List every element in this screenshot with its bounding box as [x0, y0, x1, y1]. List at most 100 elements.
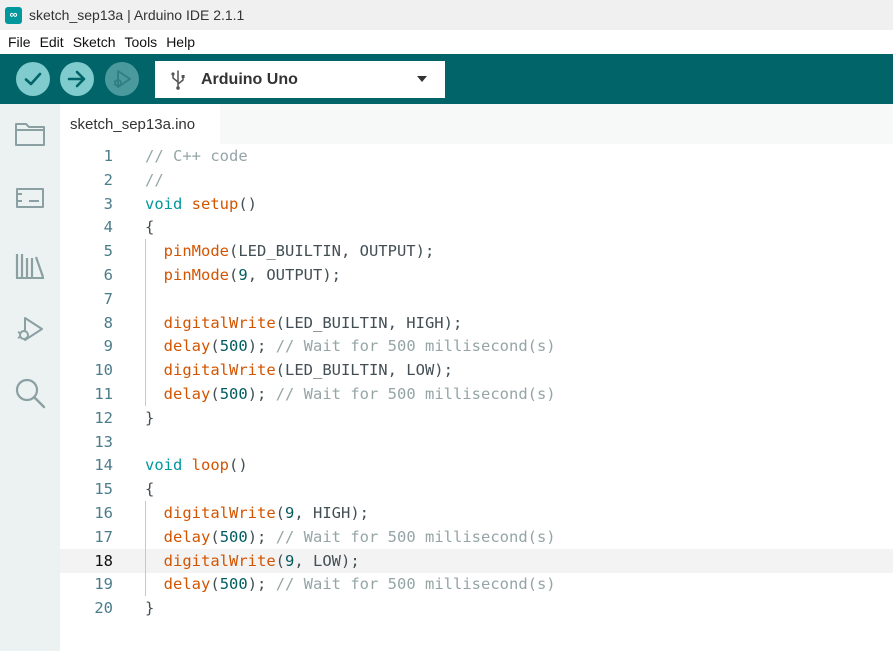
- code-token: setup: [191, 194, 239, 213]
- code-line[interactable]: 11 delay(500); // Wait for 500 milliseco…: [60, 382, 893, 406]
- line-number: 19: [94, 575, 113, 594]
- code-token: digitalWrite: [163, 361, 276, 380]
- code-editor[interactable]: 1 // C++ code 2 // 3 void setup() 4{5 pinMode(…: [60, 144, 893, 651]
- toolbar: Arduino Uno: [0, 54, 893, 104]
- line-number: 6: [103, 266, 113, 284]
- code-line[interactable]: 3 void setup(): [60, 192, 893, 216]
- code-line[interactable]: 16 digitalWrite(9, HIGH);: [60, 501, 893, 525]
- code-text: {: [145, 215, 154, 239]
- code-token: delay: [163, 527, 211, 546]
- code-line[interactable]: 19 delay(500); // Wait for 500 milliseco…: [60, 572, 893, 596]
- code-line[interactable]: 17 delay(500); // Wait for 500 milliseco…: [60, 525, 893, 549]
- line-number: 8: [103, 313, 113, 332]
- code-token: (: [210, 385, 220, 403]
- line-number: 12: [94, 408, 113, 427]
- line-number: 17: [94, 527, 113, 546]
- code-line[interactable]: 5 pinMode(LED_BUILTIN, OUTPUT);: [60, 239, 893, 263]
- code-line[interactable]: 1 // C++ code: [60, 144, 893, 168]
- search-icon[interactable]: [13, 376, 47, 410]
- code-token: void: [145, 456, 183, 475]
- code-text: }: [145, 596, 154, 620]
- tab-sketch-file[interactable]: sketch_sep13a.ino: [60, 104, 220, 144]
- menu-tools[interactable]: Tools: [125, 34, 158, 50]
- line-number: 20: [94, 599, 113, 618]
- code-line[interactable]: 6 pinMode(9, OUTPUT);: [60, 263, 893, 287]
- code-token: 500: [219, 385, 248, 403]
- menu-help[interactable]: Help: [166, 34, 195, 50]
- debug-button[interactable]: [105, 62, 139, 96]
- code-token: );: [247, 337, 276, 356]
- code-token: delay: [163, 337, 211, 356]
- debug-icon: [113, 70, 131, 88]
- code-line[interactable]: 14 void loop(): [60, 453, 893, 477]
- indent-guide: [145, 239, 146, 406]
- code-text: void loop(): [145, 453, 248, 477]
- folder-icon[interactable]: [13, 116, 47, 150]
- chevron-down-icon[interactable]: [417, 76, 427, 82]
- code-token: 9: [285, 504, 295, 522]
- menu-file[interactable]: File: [8, 34, 31, 50]
- debug-icon[interactable]: [13, 312, 47, 346]
- code-text: digitalWrite(LED_BUILTIN, LOW);: [145, 358, 453, 382]
- line-number: 3: [103, 194, 113, 213]
- code-line[interactable]: 10 digitalWrite(LED_BUILTIN, LOW);: [60, 358, 893, 382]
- code-token: 500: [219, 575, 248, 594]
- code-token: (: [210, 575, 220, 594]
- usb-icon: [171, 69, 185, 90]
- upload-button[interactable]: [60, 62, 94, 96]
- checkmark-icon: [24, 72, 42, 86]
- board-selector[interactable]: Arduino Uno: [155, 61, 445, 98]
- code-token: // Wait for 500 millisecond(s): [275, 527, 556, 546]
- line-number: 1: [103, 147, 113, 165]
- code-token: delay: [163, 385, 211, 403]
- arrow-right-icon: [67, 70, 86, 88]
- code-text: delay(500); // Wait for 500 millisecond(…: [145, 572, 556, 596]
- code-line[interactable]: 12}: [60, 406, 893, 430]
- code-token: , OUTPUT);: [247, 266, 342, 284]
- code-line[interactable]: 4{: [60, 215, 893, 239]
- code-token: }: [145, 599, 155, 618]
- board-manager-icon[interactable]: [13, 180, 47, 214]
- code-line[interactable]: 13: [60, 430, 893, 454]
- line-number: 15: [94, 480, 113, 499]
- code-token: loop: [191, 456, 229, 475]
- code-text: // C++ code: [145, 144, 248, 168]
- code-token: (: [210, 527, 220, 546]
- code-token: {: [145, 480, 155, 499]
- line-number: 11: [94, 385, 113, 403]
- code-text: void setup(): [145, 192, 257, 216]
- code-token: //: [145, 170, 164, 189]
- menu-edit[interactable]: Edit: [40, 34, 64, 50]
- library-icon[interactable]: [13, 248, 47, 282]
- code-line[interactable]: 2 //: [60, 168, 893, 192]
- code-line[interactable]: 20}: [60, 596, 893, 620]
- code-line[interactable]: 7: [60, 287, 893, 311]
- verify-button[interactable]: [16, 62, 50, 96]
- code-text: digitalWrite(LED_BUILTIN, HIGH);: [145, 311, 463, 335]
- code-token: );: [247, 385, 276, 403]
- code-line[interactable]: 18 digitalWrite(9, LOW);: [60, 548, 893, 573]
- code-token: digitalWrite: [163, 504, 276, 522]
- line-number: 2: [103, 170, 113, 189]
- code-token: // Wait for 500 millisecond(s): [275, 385, 556, 403]
- code-line[interactable]: 9 delay(500); // Wait for 500 millisecon…: [60, 334, 893, 358]
- code-token: void: [145, 194, 183, 213]
- code-line[interactable]: 8 digitalWrite(LED_BUILTIN, HIGH);: [60, 311, 893, 335]
- code-token: // Wait for 500 millisecond(s): [275, 337, 556, 356]
- code-line[interactable]: 15 {: [60, 477, 893, 501]
- code-token: (: [210, 337, 220, 356]
- code-text: }: [145, 406, 154, 430]
- code-token: digitalWrite: [163, 551, 276, 570]
- menu-sketch[interactable]: Sketch: [73, 34, 116, 50]
- window-title: sketch_sep13a | Arduino IDE 2.1.1: [29, 7, 245, 23]
- code-token: // Wait for 500 millisecond(s): [275, 575, 556, 594]
- code-text: delay(500); // Wait for 500 millisecond(…: [145, 334, 556, 358]
